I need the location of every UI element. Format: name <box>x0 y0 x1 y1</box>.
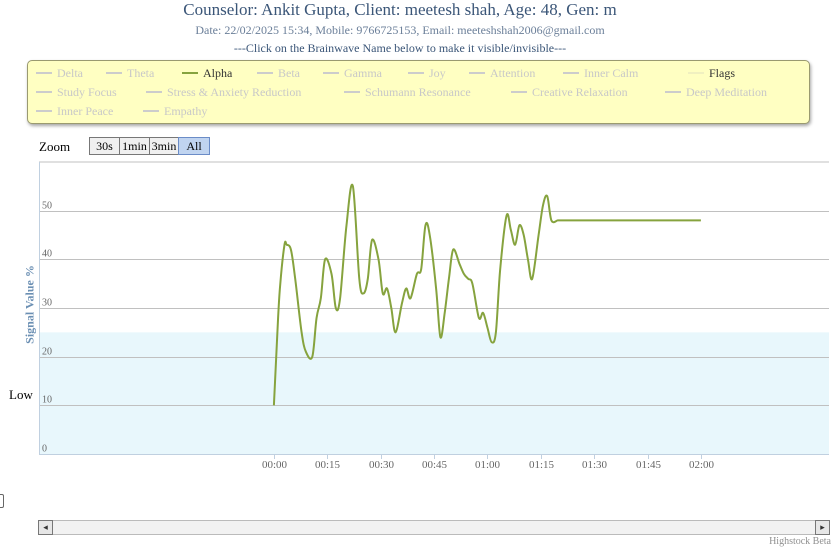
legend-swatch <box>36 110 52 113</box>
legend-label: Schumann Resonance <box>365 85 471 99</box>
zoom-1min-button[interactable]: 1min <box>119 137 150 155</box>
legend-label: Theta <box>127 66 155 80</box>
legend-instruction: ---Click on the Brainwave Name below to … <box>233 41 567 55</box>
legend-label: Delta <box>57 66 83 80</box>
scroll-left-button[interactable]: ◂ <box>38 520 53 535</box>
y-tick-label: 50 <box>42 201 52 212</box>
legend-swatch <box>408 72 424 75</box>
legend-item-schumann-resonance[interactable]: Schumann Resonance <box>344 85 471 100</box>
legend-item-attention[interactable]: Attention <box>469 66 535 81</box>
x-tick-label: 01:30 <box>582 459 608 471</box>
y-tick-label: 0 <box>42 444 47 455</box>
legend-label: Beta <box>278 66 300 80</box>
x-tick-label: 00:30 <box>369 459 395 471</box>
legend-label: Empathy <box>164 104 208 118</box>
legend-label: Alpha <box>203 66 233 80</box>
legend-swatch <box>257 72 273 75</box>
brainwave-legend: Delta Theta Alpha Beta Gamma Joy Attention Inne… <box>27 60 810 124</box>
legend-item-inner-calm[interactable]: Inner Calm <box>563 66 638 81</box>
legend-label: Joy <box>429 66 446 80</box>
export-menu-handle[interactable] <box>0 494 4 508</box>
legend-item-stress-anxiety-reduction[interactable]: Stress & Anxiety Reduction <box>146 85 301 100</box>
low-plot-band <box>39 332 829 454</box>
x-tick-label: 00:45 <box>422 459 448 471</box>
legend-swatch <box>146 91 162 94</box>
legend-swatch <box>143 110 159 113</box>
legend-swatch <box>344 91 360 94</box>
zoom-30s-button[interactable]: 30s <box>89 137 120 155</box>
legend-swatch <box>36 91 52 94</box>
legend-swatch <box>106 72 122 75</box>
chart-credits[interactable]: Highstock Beta <box>769 536 831 547</box>
zoom-all-button[interactable]: All <box>178 137 210 155</box>
y-tick-label: 40 <box>42 249 52 260</box>
legend-item-delta[interactable]: Delta <box>36 66 83 81</box>
legend-label: Study Focus <box>57 85 117 99</box>
legend-item-creative-relaxation[interactable]: Creative Relaxation <box>511 85 628 100</box>
legend-swatch <box>511 91 527 94</box>
legend-label: Gamma <box>344 66 382 80</box>
alpha-signal-chart: 0 10 20 30 40 50 00:00 00:15 00:30 00:45 01:00 01:1… <box>39 161 829 471</box>
legend-item-alpha[interactable]: Alpha <box>182 66 232 81</box>
legend-item-inner-peace[interactable]: Inner Peace <box>36 104 113 119</box>
legend-item-theta[interactable]: Theta <box>106 66 154 81</box>
x-tick-label: 00:15 <box>315 459 341 471</box>
y-tick-label: 30 <box>42 298 52 309</box>
legend-item-joy[interactable]: Joy <box>408 66 446 81</box>
zoom-label: Zoom <box>39 139 71 154</box>
legend-swatch <box>36 72 52 75</box>
legend-label: Inner Calm <box>584 66 639 80</box>
legend-swatch <box>688 72 704 75</box>
legend-label: Attention <box>490 66 536 80</box>
legend-item-beta[interactable]: Beta <box>257 66 300 81</box>
legend-item-deep-meditation[interactable]: Deep Meditation <box>665 85 767 100</box>
x-tick-label: 01:00 <box>475 459 501 471</box>
legend-swatch <box>182 72 198 75</box>
legend-item-empathy[interactable]: Empathy <box>143 104 207 119</box>
legend-swatch <box>665 91 681 94</box>
legend-item-flags[interactable]: Flags <box>688 66 735 81</box>
legend-swatch <box>323 72 339 75</box>
scroll-right-button[interactable]: ▸ <box>815 520 830 535</box>
y-tick-label: 20 <box>42 347 52 358</box>
y-axis-label: Signal Value % <box>22 265 37 344</box>
page-title: Counselor: Ankit Gupta, Client: meetesh … <box>183 0 617 19</box>
x-tick-label: 01:45 <box>636 459 662 471</box>
legend-label: Deep Meditation <box>686 85 767 99</box>
legend-item-study-focus[interactable]: Study Focus <box>36 85 117 100</box>
legend-swatch <box>563 72 579 75</box>
legend-label: Inner Peace <box>57 104 114 118</box>
x-tick-label: 02:00 <box>689 459 715 471</box>
navigator-scrollbar[interactable] <box>38 520 830 535</box>
session-details: Date: 22/02/2025 15:34, Mobile: 97667251… <box>195 23 605 37</box>
legend-label: Stress & Anxiety Reduction <box>167 85 302 99</box>
x-tick-label: 00:00 <box>262 459 288 471</box>
legend-label: Creative Relaxation <box>532 85 628 99</box>
zoom-3min-button[interactable]: 3min <box>149 137 179 155</box>
x-tick-label: 01:15 <box>529 459 555 471</box>
low-band-label: Low <box>9 387 33 402</box>
legend-item-gamma[interactable]: Gamma <box>323 66 382 81</box>
legend-swatch <box>469 72 485 75</box>
y-tick-label: 10 <box>42 395 52 406</box>
legend-label: Flags <box>709 66 736 80</box>
